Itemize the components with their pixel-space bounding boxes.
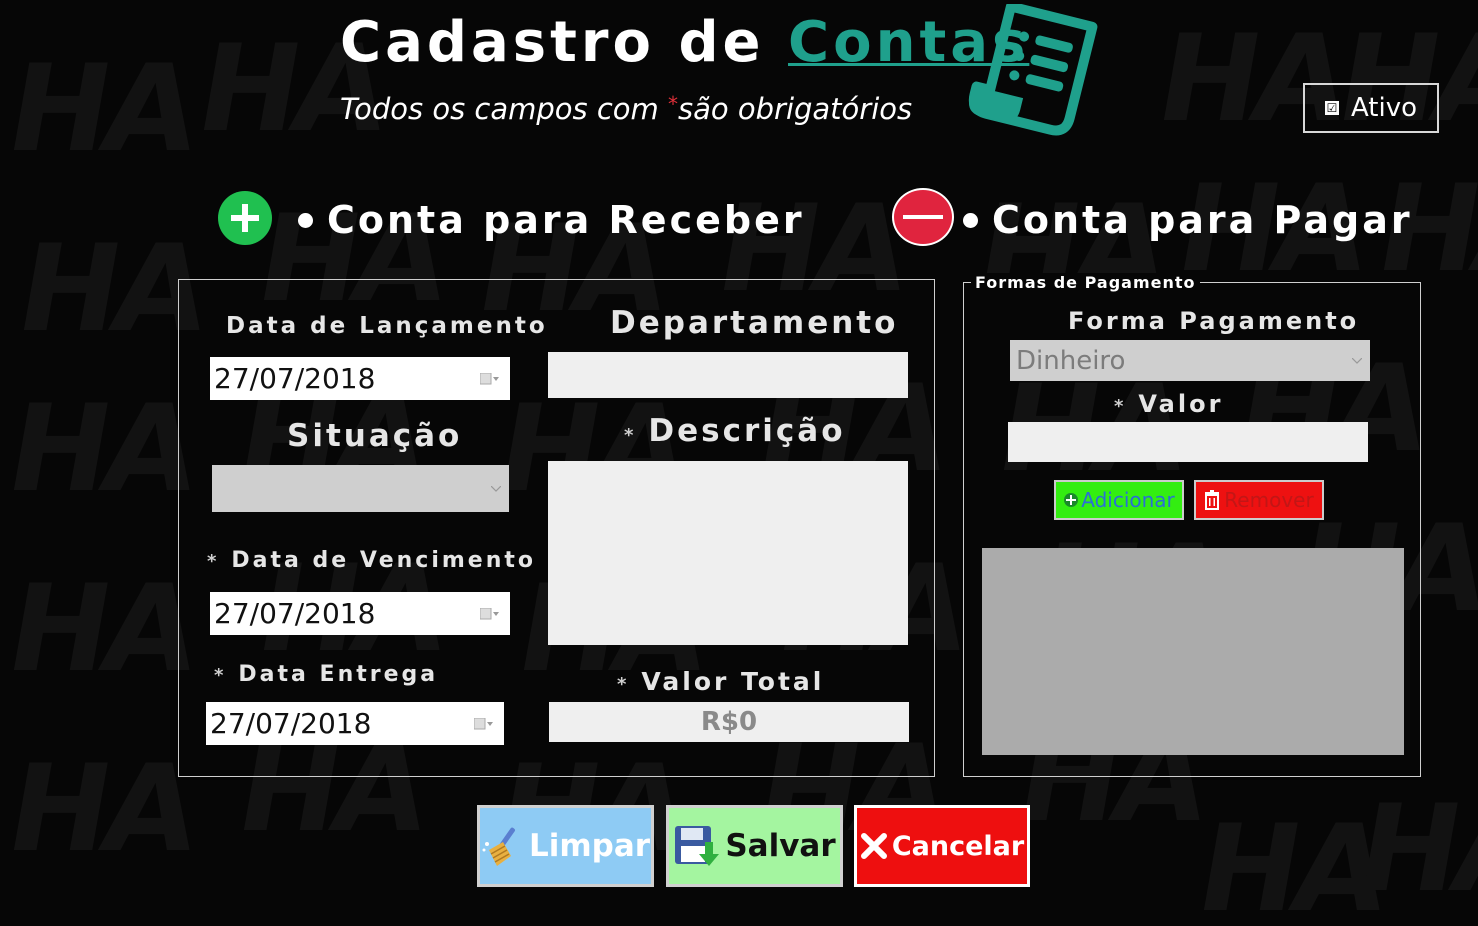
required-star: *: [617, 674, 630, 695]
data-vencimento-label-group: * Data de Vencimento: [207, 548, 536, 573]
data-vencimento-value: 27/07/2018: [214, 597, 376, 630]
required-star: *: [624, 425, 637, 446]
note-text-after: são obrigatórios: [678, 92, 913, 126]
descricao-label-group: * Descrição: [624, 413, 846, 449]
payment-methods-legend: Formas de Pagamento: [971, 273, 1200, 292]
page-title: Cadastro de Contas: [340, 10, 1029, 75]
required-star: *: [207, 551, 220, 572]
departamento-label: Departamento: [610, 305, 899, 341]
data-entrega-value: 27/07/2018: [210, 707, 372, 740]
calendar-dropdown-icon[interactable]: [474, 717, 494, 730]
data-entrega-date-picker[interactable]: 27/07/2018: [206, 702, 504, 745]
calendar-dropdown-icon[interactable]: [480, 372, 500, 385]
radio-dot: [298, 212, 313, 228]
close-x-icon: [860, 833, 887, 859]
page-title-main: Cadastro de: [340, 10, 765, 75]
save-floppy-icon: [675, 826, 720, 866]
calendar-dropdown-icon[interactable]: [480, 607, 500, 620]
ativo-label: Ativo: [1350, 93, 1418, 123]
valor-total-label: Valor Total: [641, 667, 825, 696]
valor-label: Valor: [1138, 390, 1224, 418]
ativo-checkbox[interactable]: ☑ Ativo: [1303, 83, 1439, 133]
limpar-button[interactable]: Limpar: [477, 805, 654, 887]
chevron-down-icon: [1352, 357, 1362, 364]
salvar-label: Salvar: [725, 828, 836, 864]
descricao-textarea[interactable]: [548, 461, 908, 645]
forma-pagamento-value: Dinheiro: [1016, 345, 1126, 376]
minus-circle-icon[interactable]: [892, 188, 954, 246]
limpar-label: Limpar: [528, 828, 651, 864]
payment-list-grid[interactable]: [982, 548, 1404, 755]
radio-conta-receber[interactable]: Conta para Receber: [298, 198, 805, 242]
required-star: *: [1114, 396, 1127, 417]
note-required-star: *: [668, 92, 679, 116]
document-list-icon: [968, 4, 1098, 136]
data-lancamento-label: Data de Lançamento: [226, 313, 548, 339]
forma-pagamento-label: Forma Pagamento: [1068, 307, 1360, 335]
trash-icon: [1205, 490, 1220, 510]
remover-button[interactable]: Remover: [1194, 480, 1324, 520]
adicionar-button[interactable]: Adicionar: [1054, 480, 1184, 520]
cancelar-button[interactable]: Cancelar: [854, 805, 1030, 887]
data-lancamento-date-picker[interactable]: 27/07/2018: [210, 357, 510, 400]
data-lancamento-value: 27/07/2018: [214, 362, 376, 395]
plus-circle-icon[interactable]: [218, 191, 272, 245]
data-vencimento-date-picker[interactable]: 27/07/2018: [210, 592, 510, 635]
situacao-select[interactable]: [212, 465, 509, 512]
note-text-before: Todos os campos com: [340, 92, 669, 126]
salvar-button[interactable]: Salvar: [666, 805, 843, 887]
adicionar-label: Adicionar: [1081, 488, 1175, 512]
situacao-label: Situação: [287, 418, 463, 454]
valor-total-field: R$0: [549, 702, 909, 742]
broom-icon: [482, 827, 515, 866]
remover-label: Remover: [1224, 488, 1314, 512]
descricao-label: Descrição: [648, 413, 846, 449]
radio-dot: [963, 212, 978, 228]
valor-label-group: * Valor: [1114, 390, 1223, 418]
required-fields-note: Todos os campos com *são obrigatórios: [340, 92, 912, 126]
cancelar-label: Cancelar: [891, 830, 1025, 862]
data-entrega-label-group: * Data Entrega: [214, 662, 438, 687]
receive-label: Conta para Receber: [327, 198, 805, 242]
required-star: *: [214, 665, 227, 686]
radio-conta-pagar[interactable]: Conta para Pagar: [963, 198, 1413, 242]
valor-input[interactable]: [1008, 422, 1368, 462]
departamento-input[interactable]: [548, 352, 908, 398]
valor-total-label-group: * Valor Total: [617, 667, 824, 696]
forma-pagamento-select[interactable]: Dinheiro: [1010, 340, 1370, 381]
data-entrega-label: Data Entrega: [238, 662, 439, 687]
data-vencimento-label: Data de Vencimento: [231, 548, 537, 573]
add-circle-icon: [1064, 493, 1079, 507]
chevron-down-icon: [491, 485, 501, 492]
checkbox-checked-icon: ☑: [1324, 101, 1339, 115]
pay-label: Conta para Pagar: [992, 198, 1413, 242]
